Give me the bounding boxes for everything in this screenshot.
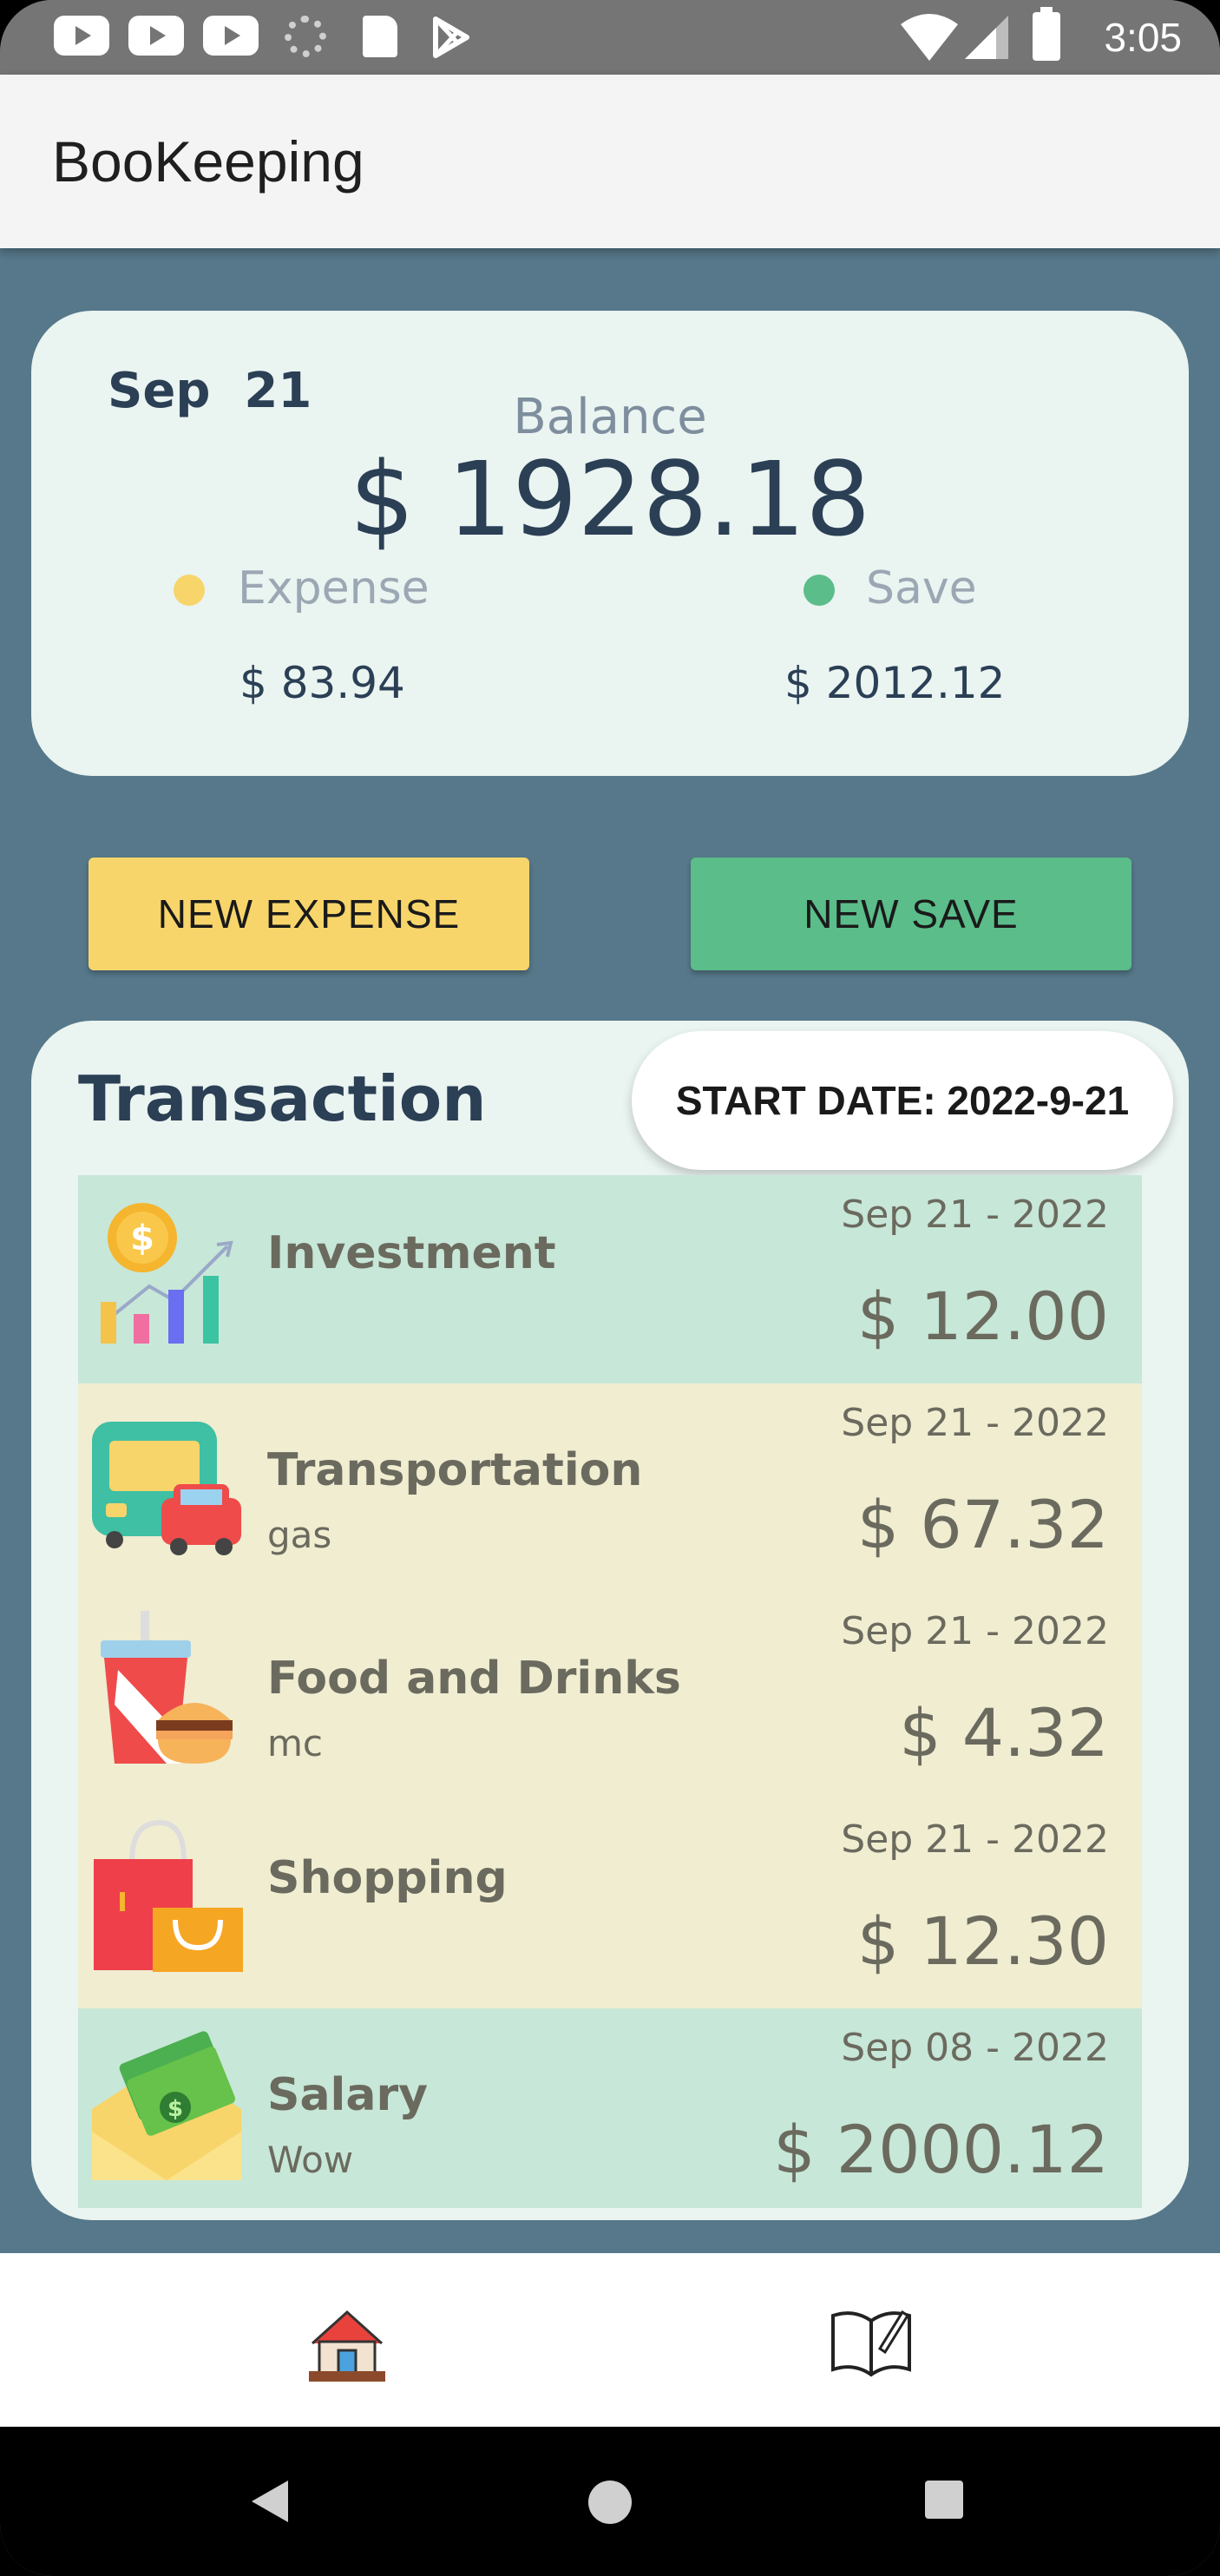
home-button-icon[interactable]: [588, 2481, 632, 2524]
transaction-category: Shopping: [267, 1852, 508, 1904]
transaction-amount: $ 4.32: [899, 1694, 1109, 1771]
transaction-category: Salary: [267, 2069, 428, 2121]
transaction-note: Wow: [267, 2139, 354, 2181]
transaction-date: Sep 21 - 2022: [841, 1401, 1109, 1445]
svg-text:$: $: [167, 2096, 183, 2122]
transaction-row[interactable]: Food and Drinks mc Sep 21 - 2022 $ 4.32: [78, 1592, 1142, 1800]
transaction-date: Sep 21 - 2022: [841, 1193, 1109, 1237]
expense-total: $ 83.94: [239, 658, 405, 708]
app-bar: BooKeeping: [0, 75, 1220, 248]
play-store-icon: [433, 16, 469, 58]
start-date-button[interactable]: START DATE: 2022-9-21: [632, 1031, 1173, 1170]
transaction-list: $ Investment Sep 21 - 2022 $ 12.00 Trans…: [78, 1175, 1142, 2208]
transaction-date: Sep 21 - 2022: [841, 1609, 1109, 1653]
transaction-category: Transportation: [267, 1444, 643, 1496]
back-icon[interactable]: [252, 2481, 288, 2522]
signal-icon: [965, 16, 1008, 59]
save-total: $ 2012.12: [784, 658, 1006, 708]
expense-dot-icon: [174, 575, 205, 606]
shopping-icon: [94, 1819, 243, 1972]
salary-icon: $: [92, 2031, 241, 2180]
save-label: Save: [866, 562, 977, 614]
book-icon[interactable]: [830, 2305, 913, 2378]
home-icon[interactable]: [307, 2305, 387, 2385]
balance-card: Sep 21 Balance $ 1928.18 Expense Save $ …: [31, 311, 1189, 776]
new-save-button[interactable]: NEW SAVE: [691, 858, 1131, 970]
transaction-row[interactable]: $ Investment Sep 21 - 2022 $ 12.00: [78, 1175, 1142, 1383]
transaction-row[interactable]: Transportation gas Sep 21 - 2022 $ 67.32: [78, 1383, 1142, 1592]
transportation-icon: [92, 1422, 241, 1555]
transaction-amount: $ 67.32: [856, 1486, 1109, 1563]
transaction-row[interactable]: $ Salary Wow Sep 08 - 2022 $ 2000.12: [78, 2008, 1142, 2208]
youtube-icon: [203, 16, 259, 56]
transaction-category: Investment: [267, 1227, 556, 1279]
transaction-row[interactable]: Shopping Sep 21 - 2022 $ 12.30: [78, 1800, 1142, 2008]
transaction-date: Sep 21 - 2022: [841, 1817, 1109, 1862]
sdcard-icon: [363, 16, 397, 57]
youtube-icon: [54, 16, 109, 56]
transaction-amount: $ 12.00: [856, 1278, 1109, 1355]
battery-icon: [1033, 7, 1060, 61]
status-bar: 3:05: [0, 0, 1220, 75]
investment-icon: $: [101, 1203, 233, 1344]
new-expense-button[interactable]: NEW EXPENSE: [89, 858, 529, 970]
save-dot-icon: [803, 575, 835, 606]
transactions-title: Transaction: [78, 1062, 487, 1135]
system-nav-bar: [0, 2427, 1220, 2576]
balance-value: $ 1928.18: [349, 439, 871, 559]
transaction-date: Sep 08 - 2022: [841, 2026, 1109, 2070]
youtube-icon: [128, 16, 184, 56]
wifi-icon: [901, 14, 958, 61]
svg-text:$: $: [130, 1219, 154, 1258]
phone-screen: 3:05 BooKeeping Sep 21 Balance $ 1928.18…: [0, 0, 1220, 2576]
recent-apps-icon[interactable]: [925, 2481, 963, 2519]
expense-label: Expense: [238, 562, 430, 614]
transaction-amount: $ 2000.12: [773, 2111, 1109, 2188]
bottom-nav: [0, 2253, 1220, 2427]
food-drinks-icon: [101, 1611, 233, 1764]
transaction-category: Food and Drinks: [267, 1653, 681, 1705]
balance-label: Balance: [513, 389, 707, 445]
loading-icon: [285, 16, 326, 57]
clock: 3:05: [1104, 15, 1182, 60]
transaction-amount: $ 12.30: [856, 1902, 1109, 1980]
transactions-card: Transaction START DATE: 2022-9-21 $ Inve…: [31, 1021, 1189, 2220]
transaction-note: gas: [267, 1514, 332, 1556]
transaction-note: mc: [267, 1722, 324, 1764]
app-title: BooKeeping: [52, 129, 364, 194]
